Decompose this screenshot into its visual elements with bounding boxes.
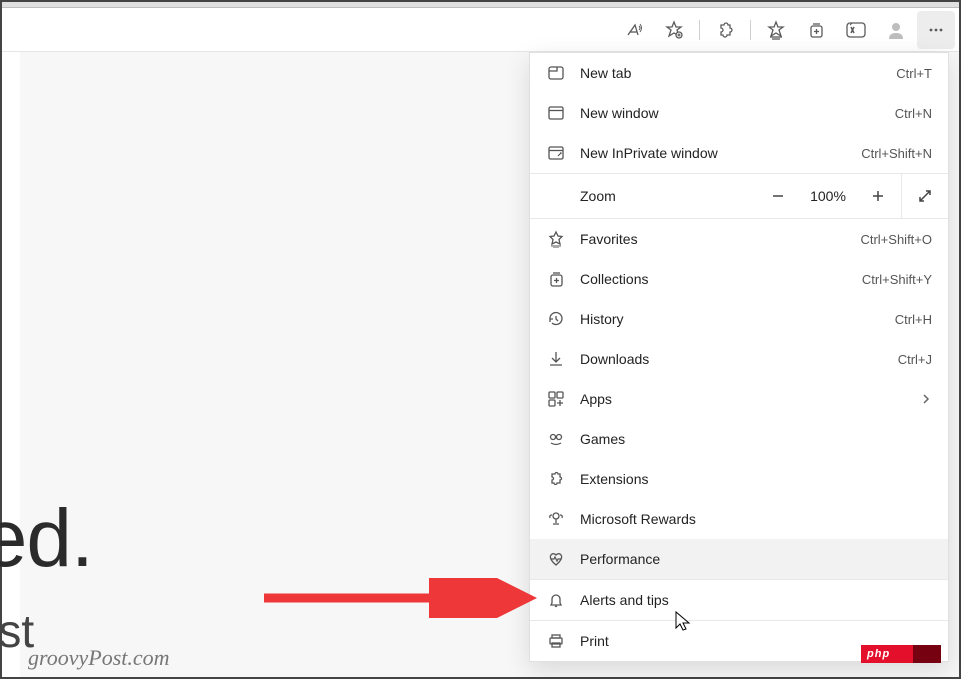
bell-icon (546, 590, 566, 610)
menu-item-label: Downloads (580, 351, 884, 367)
menu-item-new-inprivate[interactable]: New InPrivate window Ctrl+Shift+N (530, 133, 948, 173)
toolbar-separator (699, 20, 700, 40)
menu-item-downloads[interactable]: Downloads Ctrl+J (530, 339, 948, 379)
collections-icon (546, 269, 566, 289)
menu-item-shortcut: Ctrl+J (898, 352, 932, 367)
menu-item-shortcut: Ctrl+N (895, 106, 932, 121)
math-solver-icon[interactable] (837, 11, 875, 49)
menu-item-new-tab[interactable]: New tab Ctrl+T (530, 53, 948, 93)
browser-toolbar (2, 8, 959, 52)
menu-item-collections[interactable]: Collections Ctrl+Shift+Y (530, 259, 948, 299)
add-favorite-icon[interactable] (655, 11, 693, 49)
zoom-label: Zoom (530, 188, 755, 204)
extensions-toolbar-icon[interactable] (706, 11, 744, 49)
menu-item-label: Games (580, 431, 932, 447)
menu-item-label: Microsoft Rewards (580, 511, 932, 527)
menu-item-new-window[interactable]: New window Ctrl+N (530, 93, 948, 133)
menu-item-label: Alerts and tips (580, 592, 932, 608)
menu-item-alerts[interactable]: Alerts and tips (530, 580, 948, 620)
menu-item-label: Apps (580, 391, 906, 407)
print-icon (546, 631, 566, 651)
php-badge-text: php (867, 648, 890, 660)
zoom-value: 100% (801, 188, 855, 204)
puzzle-icon (546, 469, 566, 489)
menu-item-games[interactable]: Games (530, 419, 948, 459)
menu-item-label: Collections (580, 271, 848, 287)
inprivate-icon (546, 143, 566, 163)
menu-item-shortcut: Ctrl+Shift+Y (862, 272, 932, 287)
apps-icon (546, 389, 566, 409)
menu-item-extensions[interactable]: Extensions (530, 459, 948, 499)
zoom-in-button[interactable] (855, 173, 901, 219)
menu-item-performance[interactable]: Performance (530, 539, 948, 579)
menu-item-shortcut: Ctrl+T (896, 66, 932, 81)
menu-item-shortcut: Ctrl+Shift+O (860, 232, 932, 247)
zoom-out-button[interactable] (755, 173, 801, 219)
menu-item-label: New InPrivate window (580, 145, 847, 161)
tab-icon (546, 63, 566, 83)
php-badge: php (861, 645, 941, 663)
page-heading-fragment: ted. (0, 492, 93, 586)
heart-pulse-icon (546, 549, 566, 569)
download-icon (546, 349, 566, 369)
menu-item-rewards[interactable]: Microsoft Rewards (530, 499, 948, 539)
chevron-right-icon (920, 393, 932, 405)
menu-item-label: History (580, 311, 881, 327)
read-aloud-icon[interactable] (615, 11, 653, 49)
menu-item-apps[interactable]: Apps (530, 379, 948, 419)
menu-item-label: New window (580, 105, 881, 121)
collections-toolbar-icon[interactable] (797, 11, 835, 49)
window-icon (546, 103, 566, 123)
menu-item-label: Performance (580, 551, 932, 567)
mouse-cursor (674, 610, 692, 634)
menu-item-label: Extensions (580, 471, 932, 487)
settings-menu: New tab Ctrl+T New window Ctrl+N New InP… (529, 52, 949, 662)
menu-item-shortcut: Ctrl+Shift+N (861, 146, 932, 161)
star-icon (546, 229, 566, 249)
menu-item-history[interactable]: History Ctrl+H (530, 299, 948, 339)
menu-item-favorites[interactable]: Favorites Ctrl+Shift+O (530, 219, 948, 259)
menu-zoom-row: Zoom 100% (530, 173, 948, 219)
history-icon (546, 309, 566, 329)
favorites-toolbar-icon[interactable] (757, 11, 795, 49)
trophy-icon (546, 509, 566, 529)
menu-item-shortcut: Ctrl+H (895, 312, 932, 327)
more-menu-button[interactable] (917, 11, 955, 49)
fullscreen-button[interactable] (902, 173, 948, 219)
menu-item-label: New tab (580, 65, 882, 81)
toolbar-separator (750, 20, 751, 40)
menu-item-label: Favorites (580, 231, 846, 247)
profile-icon[interactable] (877, 11, 915, 49)
watermark-text: groovyPost.com (28, 645, 170, 671)
games-icon (546, 429, 566, 449)
